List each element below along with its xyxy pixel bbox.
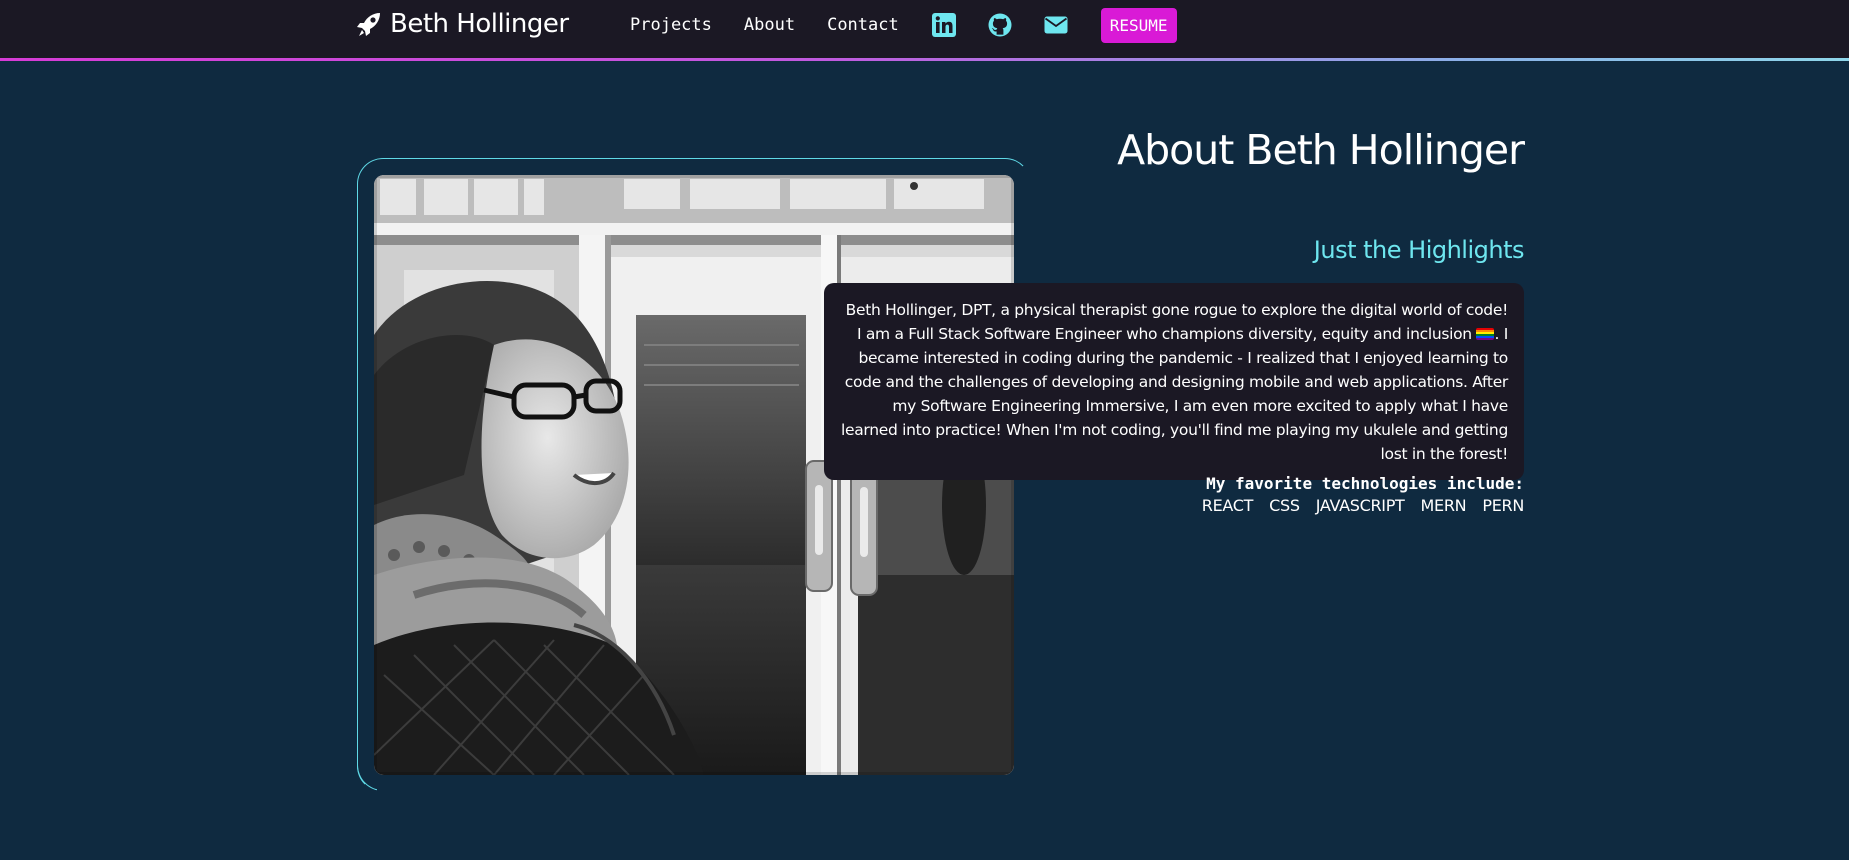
resume-button[interactable]: RESUME	[1100, 7, 1177, 43]
nav-link-projects[interactable]: Projects	[630, 15, 712, 35]
tech-item: CSS	[1269, 496, 1300, 515]
nav-link-contact[interactable]: Contact	[827, 15, 899, 35]
technologies-heading: My favorite technologies include:	[1206, 474, 1524, 493]
brand-name: Beth Hollinger	[390, 9, 569, 39]
about-title: About Beth Hollinger	[1117, 126, 1525, 174]
tech-item: PERN	[1482, 496, 1524, 515]
nav-link-about[interactable]: About	[744, 15, 795, 35]
nav-links: Projects About Contact RESUME	[630, 0, 1177, 50]
technologies-list: REACT CSS JAVASCRIPT MERN PERN	[1201, 496, 1525, 515]
rocket-icon	[357, 13, 380, 36]
github-icon[interactable]	[987, 12, 1013, 38]
rainbow-flag-icon	[1476, 328, 1495, 340]
highlights-title: Just the Highlights	[1313, 236, 1525, 264]
bio-card: Beth Hollinger, DPT, a physical therapis…	[824, 283, 1524, 480]
bio-text-part1: Beth Hollinger, DPT, a physical therapis…	[845, 301, 1509, 343]
navbar-gradient-border	[0, 58, 1849, 61]
tech-item: MERN	[1420, 496, 1467, 515]
bio-text-part2: . I became interested in coding during t…	[840, 325, 1508, 463]
envelope-icon[interactable]	[1043, 12, 1069, 38]
navbar: Beth Hollinger Projects About Contact RE…	[0, 0, 1849, 58]
tech-item: REACT	[1201, 496, 1254, 515]
brand-link[interactable]: Beth Hollinger	[356, 9, 569, 39]
linkedin-icon[interactable]	[931, 12, 957, 38]
tech-item: JAVASCRIPT	[1315, 496, 1405, 515]
